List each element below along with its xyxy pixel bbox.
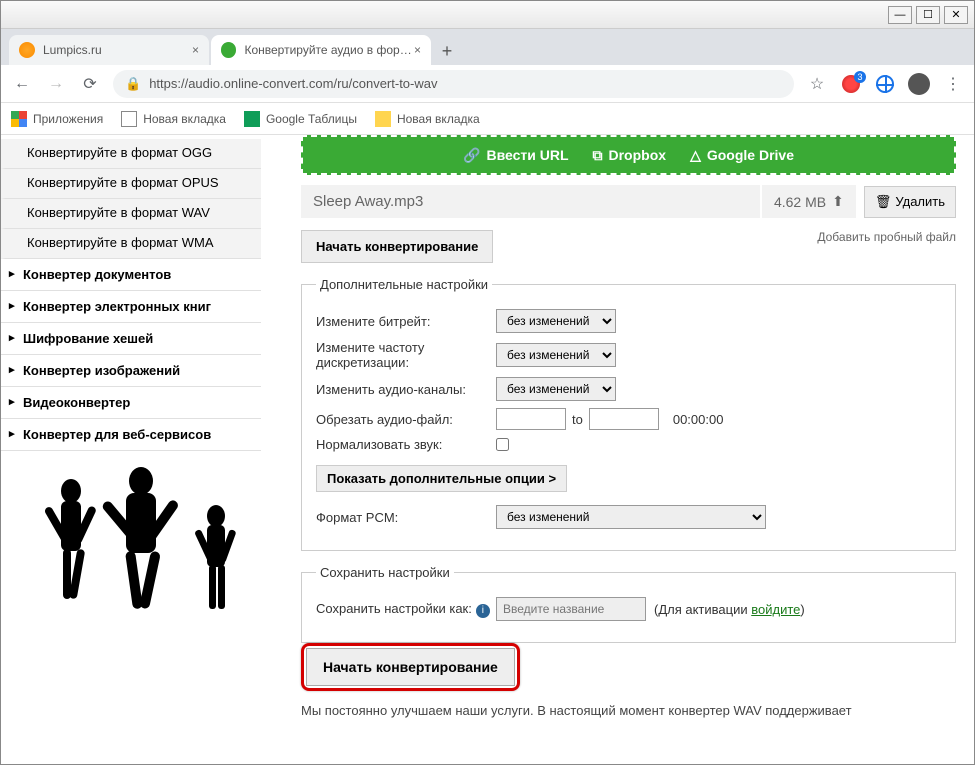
- page-icon: [375, 111, 391, 127]
- trash-icon: 🗑: [875, 194, 892, 210]
- tab-title: Конвертируйте аудио в формат: [244, 43, 414, 57]
- upload-gdrive-button[interactable]: △Google Drive: [690, 147, 794, 164]
- sidebar: Конвертируйте в формат OGG Конвертируйте…: [1, 135, 261, 766]
- sidebar-item-wav[interactable]: Конвертируйте в формат WAV: [1, 199, 261, 229]
- sidebar-cat-ebook[interactable]: Конвертер электронных книг: [1, 291, 261, 323]
- channels-label: Изменить аудио-каналы:: [316, 382, 496, 397]
- normalize-label: Нормализовать звук:: [316, 437, 496, 452]
- bookmark-apps[interactable]: Приложения: [11, 111, 103, 127]
- address-bar: ← → ⟳ 🔒 https://audio.online-convert.com…: [1, 65, 974, 103]
- bookmark-newtab2[interactable]: Новая вкладка: [375, 111, 480, 127]
- frequency-label: Измените частоту дискретизации:: [316, 340, 496, 370]
- delete-file-button[interactable]: 🗑Удалить: [864, 186, 956, 218]
- nav-forward-button[interactable]: →: [45, 73, 67, 95]
- upload-options-bar: 🔗Ввести URL ⧉Dropbox △Google Drive: [301, 135, 956, 175]
- start-convert-button-bottom[interactable]: Начать конвертирование: [306, 648, 515, 686]
- page-content: Конвертируйте в формат OGG Конвертируйте…: [1, 135, 974, 766]
- normalize-checkbox[interactable]: [496, 438, 509, 451]
- file-row: Sleep Away.mp3 4.62 MB⬆ 🗑Удалить: [301, 185, 956, 218]
- bookmarks-bar: Приложения Новая вкладка Google Таблицы …: [1, 103, 974, 135]
- nav-reload-button[interactable]: ⟳: [79, 73, 101, 95]
- pcm-label: Формат PCM:: [316, 510, 496, 525]
- browser-menu-button[interactable]: ⋮: [942, 73, 964, 95]
- tab-close-icon[interactable]: ×: [414, 43, 421, 57]
- sidebar-cat-web[interactable]: Конвертер для веб-сервисов: [1, 419, 261, 451]
- window-close[interactable]: ✕: [944, 6, 968, 24]
- bookmark-star-icon[interactable]: ☆: [806, 73, 828, 95]
- gdrive-icon: △: [690, 147, 701, 164]
- file-name: Sleep Away.mp3: [301, 185, 760, 218]
- window-titlebar: — ☐ ✕: [1, 1, 974, 29]
- channels-select[interactable]: без изменений: [496, 377, 616, 401]
- advanced-settings-legend: Дополнительные настройки: [316, 277, 492, 292]
- sidebar-item-wma[interactable]: Конвертируйте в формат WMA: [1, 229, 261, 259]
- browser-tabbar: Lumpics.ru × Конвертируйте аудио в форма…: [1, 29, 974, 65]
- frequency-select[interactable]: без изменений: [496, 343, 616, 367]
- url-input[interactable]: 🔒 https://audio.online-convert.com/ru/co…: [113, 70, 794, 98]
- login-link[interactable]: войдите: [751, 602, 800, 617]
- favicon-icon: [221, 42, 236, 58]
- sidebar-item-opus[interactable]: Конвертируйте в формат OPUS: [1, 169, 261, 199]
- extension-opera-icon[interactable]: [840, 73, 862, 95]
- add-trial-file-link[interactable]: Добавить пробный файл: [817, 230, 956, 244]
- favicon-icon: [19, 42, 35, 58]
- browser-tab-lumpics[interactable]: Lumpics.ru ×: [9, 35, 209, 65]
- bitrate-select[interactable]: без изменений: [496, 309, 616, 333]
- bitrate-label: Измените битрейт:: [316, 314, 496, 329]
- trim-to-label: to: [572, 412, 583, 427]
- sidebar-item-ogg[interactable]: Конвертируйте в формат OGG: [1, 139, 261, 169]
- bookmark-sheets[interactable]: Google Таблицы: [244, 111, 357, 127]
- start-convert-button-top[interactable]: Начать конвертирование: [301, 230, 493, 263]
- sidebar-cat-docs[interactable]: Конвертер документов: [1, 259, 261, 291]
- link-icon: 🔗: [463, 147, 480, 164]
- main-panel: 🔗Ввести URL ⧉Dropbox △Google Drive Sleep…: [261, 135, 974, 766]
- footer-text: Мы постоянно улучшаем наши услуги. В нас…: [301, 703, 956, 718]
- pcm-select[interactable]: без изменений: [496, 505, 766, 529]
- upload-url-button[interactable]: 🔗Ввести URL: [463, 147, 568, 164]
- sidebar-cat-hash[interactable]: Шифрование хешей: [1, 323, 261, 355]
- save-settings-legend: Сохранить настройки: [316, 565, 454, 580]
- dropbox-icon: ⧉: [593, 147, 603, 164]
- sidebar-image: [11, 461, 251, 631]
- tab-title: Lumpics.ru: [43, 43, 102, 57]
- extension-globe-icon[interactable]: [874, 73, 896, 95]
- sidebar-cat-img[interactable]: Конвертер изображений: [1, 355, 261, 387]
- new-tab-button[interactable]: +: [433, 37, 461, 65]
- trim-from-input[interactable]: [496, 408, 566, 430]
- show-more-options-button[interactable]: Показать дополнительные опции >: [316, 465, 567, 492]
- bookmark-newtab1[interactable]: Новая вкладка: [121, 111, 226, 127]
- tab-close-icon[interactable]: ×: [192, 43, 199, 57]
- save-name-input[interactable]: [496, 597, 646, 621]
- browser-tab-convert[interactable]: Конвертируйте аудио в формат ×: [211, 35, 431, 65]
- sheets-icon: [244, 111, 260, 127]
- lock-icon: 🔒: [125, 76, 141, 92]
- profile-avatar[interactable]: [908, 73, 930, 95]
- url-text: https://audio.online-convert.com/ru/conv…: [149, 76, 437, 91]
- page-icon: [121, 111, 137, 127]
- save-as-label: Сохранить настройки как:i: [316, 601, 496, 618]
- info-icon[interactable]: i: [476, 604, 490, 618]
- sidebar-cat-video[interactable]: Видеоконвертер: [1, 387, 261, 419]
- file-size: 4.62 MB⬆: [762, 185, 856, 218]
- activation-text: (Для активации войдите): [654, 602, 805, 617]
- highlight-annotation: Начать конвертирование: [301, 643, 520, 691]
- window-minimize[interactable]: —: [888, 6, 912, 24]
- trim-to-input[interactable]: [589, 408, 659, 430]
- upload-icon: ⬆: [832, 193, 844, 210]
- upload-dropbox-button[interactable]: ⧉Dropbox: [593, 147, 667, 164]
- window-maximize[interactable]: ☐: [916, 6, 940, 24]
- trim-time-display: 00:00:00: [673, 412, 724, 427]
- nav-back-button[interactable]: ←: [11, 73, 33, 95]
- save-settings-fieldset: Сохранить настройки Сохранить настройки …: [301, 565, 956, 643]
- advanced-settings-fieldset: Дополнительные настройки Измените битрей…: [301, 277, 956, 551]
- trim-label: Обрезать аудио-файл:: [316, 412, 496, 427]
- apps-icon: [11, 111, 27, 127]
